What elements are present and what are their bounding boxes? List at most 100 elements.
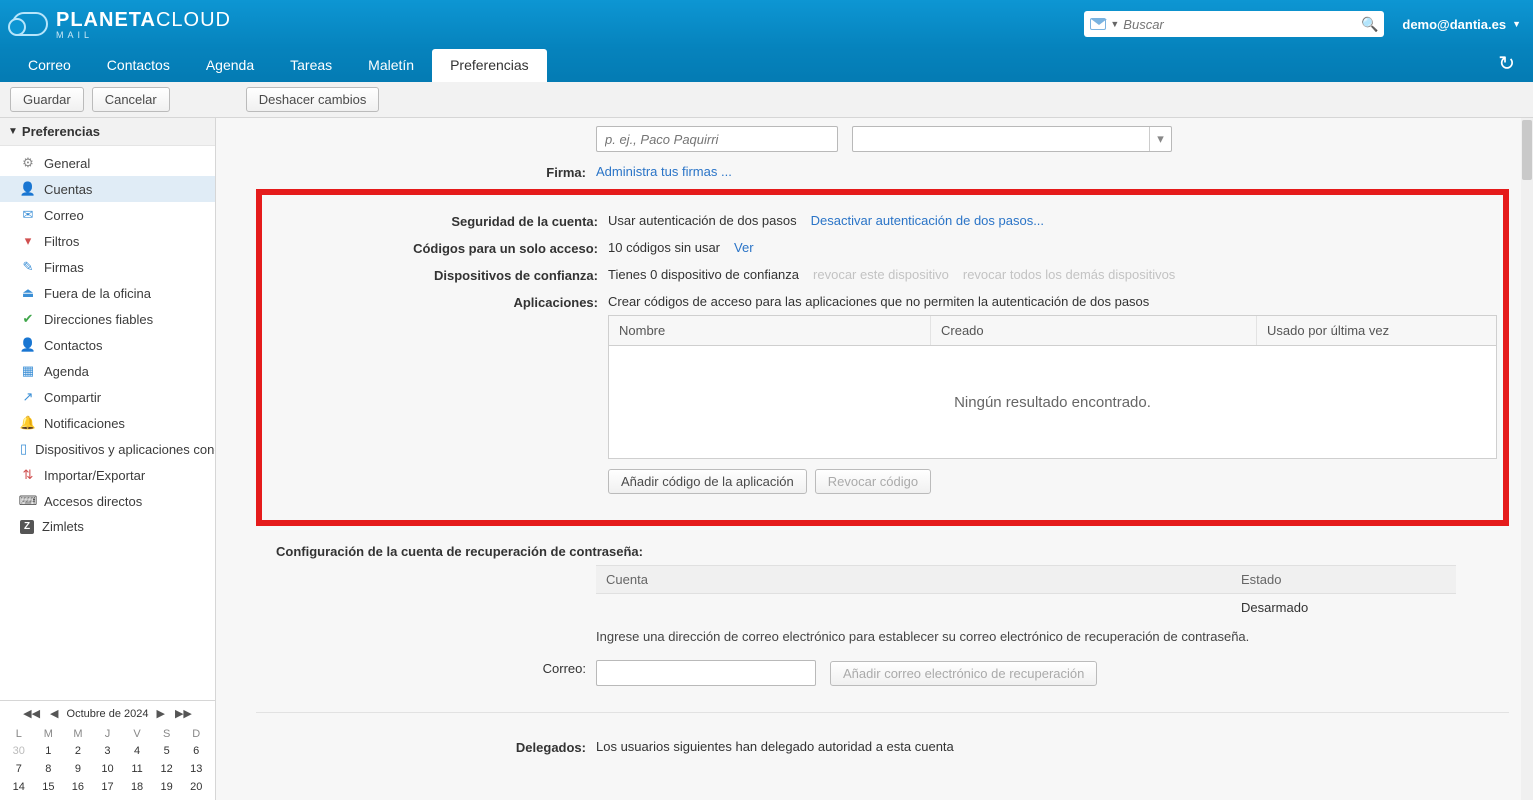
sidebar-item-bell[interactable]: 🔔Notificaciones (0, 410, 215, 436)
cal-day[interactable]: 8 (34, 760, 64, 778)
revoke-all-devices-link: revocar todos los demás dispositivos (963, 267, 1175, 282)
app-codes-table: Nombre Creado Usado por última vez Ningú… (608, 315, 1497, 459)
save-button[interactable]: Guardar (10, 87, 84, 112)
manage-signatures-link[interactable]: Administra tus firmas ... (596, 164, 732, 179)
sidebar-item-shield[interactable]: ✔Direcciones fiables (0, 306, 215, 332)
cal-day[interactable]: 30 (4, 742, 34, 760)
cal-day[interactable]: 15 (34, 778, 64, 796)
sidebar-item-share[interactable]: ↗Compartir (0, 384, 215, 410)
applications-label: Aplicaciones: (268, 290, 608, 310)
add-app-code-button[interactable]: Añadir código de la aplicación (608, 469, 807, 494)
cal-dow: L (4, 726, 34, 742)
tab-agenda[interactable]: Agenda (188, 49, 272, 82)
recovery-state-value: Desarmado (1231, 594, 1456, 621)
cal-day[interactable]: 19 (152, 778, 182, 796)
cal-day[interactable]: 16 (63, 778, 93, 796)
cal-day[interactable]: 1 (34, 742, 64, 760)
cal-day[interactable]: 7 (4, 760, 34, 778)
cal-day[interactable]: 4 (122, 742, 152, 760)
tab-tareas[interactable]: Tareas (272, 49, 350, 82)
sidebar-item-label: Compartir (44, 390, 101, 405)
delegates-label: Delegados: (256, 735, 596, 755)
chevron-down-icon: ▼ (1512, 19, 1521, 29)
search-icon[interactable]: 🔍 (1361, 16, 1378, 33)
cal-day[interactable]: 3 (93, 742, 123, 760)
cal-prev-year-icon[interactable]: ◀◀ (21, 707, 42, 720)
cal-day[interactable]: 5 (152, 742, 182, 760)
cal-day[interactable]: 6 (181, 742, 211, 760)
col-created[interactable]: Creado (931, 316, 1257, 345)
preferences-sidebar: ▼ Preferencias ⚙General👤Cuentas✉Correo▾F… (0, 118, 216, 800)
search-input[interactable] (1123, 17, 1361, 32)
content-scrollbar[interactable] (1521, 118, 1533, 800)
search-box[interactable]: ▼ 🔍 (1084, 11, 1384, 37)
add-recovery-email-button: Añadir correo electrónico de recuperació… (830, 661, 1097, 686)
tab-preferencias[interactable]: Preferencias (432, 49, 547, 82)
cancel-button[interactable]: Cancelar (92, 87, 170, 112)
sidebar-item-label: Importar/Exportar (44, 468, 145, 483)
from-account-select[interactable]: ▾ (852, 126, 1172, 152)
cal-day[interactable]: 10 (93, 760, 123, 778)
sidebar-item-label: Zimlets (42, 519, 84, 534)
gear-icon: ⚙ (20, 155, 36, 171)
col-last-used[interactable]: Usado por última vez (1257, 316, 1496, 345)
cal-next-month-icon[interactable]: ▶ (154, 707, 166, 720)
cont-icon: 👤 (20, 337, 36, 353)
recovery-account-value (596, 594, 1231, 621)
tab-maletín[interactable]: Maletín (350, 49, 432, 82)
sidebar-item-imp[interactable]: ⇅Importar/Exportar (0, 462, 215, 488)
view-one-time-codes-link[interactable]: Ver (734, 240, 754, 255)
scrollbar-thumb[interactable] (1522, 120, 1532, 180)
sidebar-item-dev[interactable]: ▯Dispositivos y aplicaciones conectadas (0, 436, 215, 462)
disable-two-step-link[interactable]: Desactivar autenticación de dos pasos... (811, 213, 1044, 228)
sidebar-item-z[interactable]: ZZimlets (0, 514, 215, 539)
cal-next-year-icon[interactable]: ▶▶ (173, 707, 194, 720)
sidebar-item-cont[interactable]: 👤Contactos (0, 332, 215, 358)
user-menu[interactable]: demo@dantia.es ▼ (1402, 17, 1521, 32)
sidebar-header[interactable]: ▼ Preferencias (0, 118, 215, 146)
cal-day[interactable]: 18 (122, 778, 152, 796)
chevron-down-icon: ▾ (1149, 127, 1171, 151)
sidebar-item-cal[interactable]: ▦Agenda (0, 358, 215, 384)
tab-correo[interactable]: Correo (10, 49, 89, 82)
undo-button[interactable]: Deshacer cambios (246, 87, 380, 112)
scope-dropdown-icon[interactable]: ▼ (1110, 19, 1119, 29)
sidebar-item-label: Accesos directos (44, 494, 142, 509)
cal-day[interactable]: 2 (63, 742, 93, 760)
refresh-icon[interactable]: ↻ (1490, 51, 1523, 82)
sidebar-item-person[interactable]: 👤Cuentas (0, 176, 215, 202)
cal-day[interactable]: 20 (181, 778, 211, 796)
cal-icon: ▦ (20, 363, 36, 379)
sidebar-item-label: Fuera de la oficina (44, 286, 151, 301)
cal-day[interactable]: 11 (122, 760, 152, 778)
user-label: demo@dantia.es (1402, 17, 1506, 32)
cal-prev-month-icon[interactable]: ◀ (48, 707, 60, 720)
shield-icon: ✔ (20, 311, 36, 327)
cal-day[interactable]: 14 (4, 778, 34, 796)
display-name-input[interactable] (596, 126, 838, 152)
sidebar-item-sign[interactable]: ✎Firmas (0, 254, 215, 280)
mini-calendar: ◀◀ ◀ Octubre de 2024 ▶ ▶▶ LMMJVSD3012345… (0, 700, 215, 800)
sidebar-item-mail[interactable]: ✉Correo (0, 202, 215, 228)
mail-scope-icon[interactable] (1090, 18, 1106, 30)
cal-day[interactable]: 13 (181, 760, 211, 778)
sidebar-item-label: Dispositivos y aplicaciones conectadas (35, 442, 215, 457)
apps-empty-message: Ningún resultado encontrado. (609, 346, 1496, 458)
tab-contactos[interactable]: Contactos (89, 49, 188, 82)
cal-day[interactable]: 9 (63, 760, 93, 778)
security-highlight: Seguridad de la cuenta: Usar autenticaci… (256, 189, 1509, 526)
col-name[interactable]: Nombre (609, 316, 931, 345)
cal-title[interactable]: Octubre de 2024 (67, 708, 149, 720)
sidebar-item-filter[interactable]: ▾Filtros (0, 228, 215, 254)
trusted-devices-text: Tienes 0 dispositivo de confianza (608, 267, 799, 282)
cal-dow: M (63, 726, 93, 742)
cal-day[interactable]: 17 (93, 778, 123, 796)
applications-hint: Crear códigos de acceso para las aplicac… (608, 294, 1497, 309)
sidebar-item-key[interactable]: ⌨ Accesos directos (0, 488, 215, 514)
cal-dow: S (152, 726, 182, 742)
recovery-email-input[interactable] (596, 660, 816, 686)
sidebar-item-gear[interactable]: ⚙General (0, 150, 215, 176)
cal-day[interactable]: 12 (152, 760, 182, 778)
sidebar-item-away[interactable]: ⏏Fuera de la oficina (0, 280, 215, 306)
key-icon: ⌨ (20, 493, 36, 509)
